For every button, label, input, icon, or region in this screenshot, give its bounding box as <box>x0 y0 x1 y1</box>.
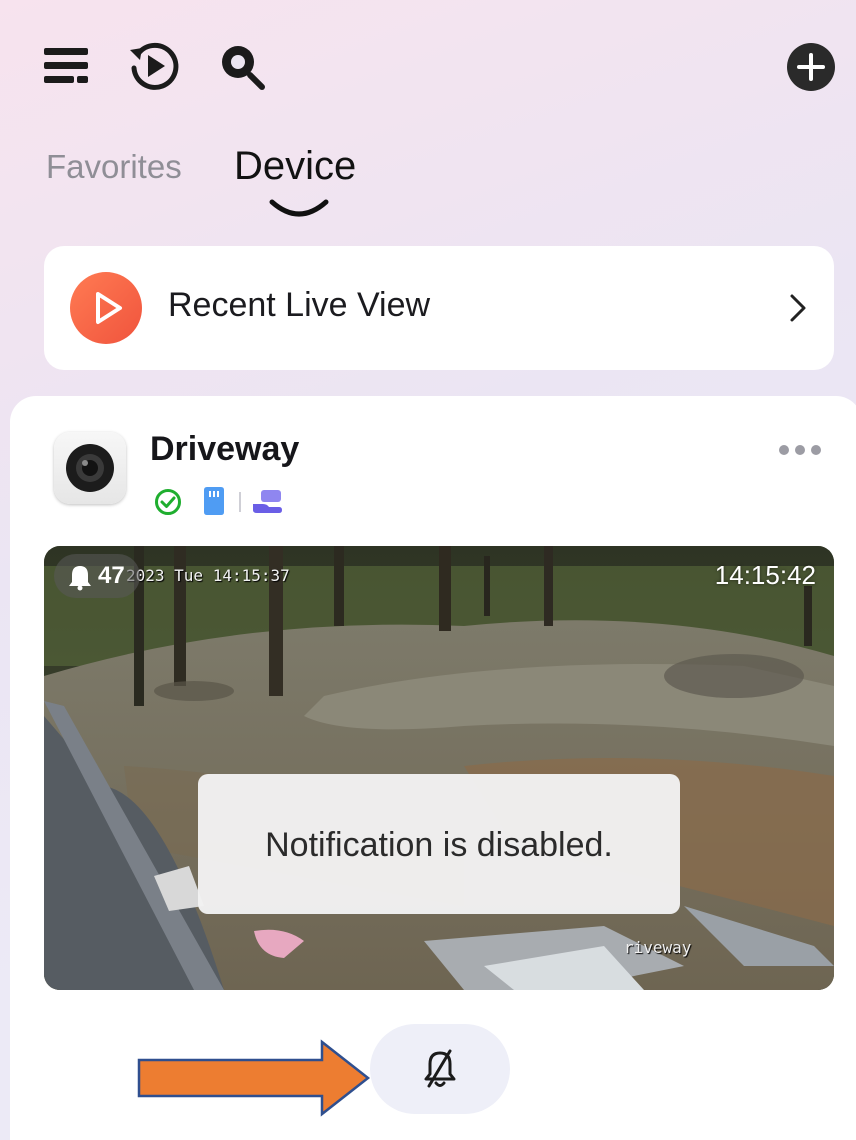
add-icon[interactable] <box>786 42 836 92</box>
live-play-icon <box>70 272 142 344</box>
recent-live-view-label: Recent Live View <box>168 286 431 324</box>
menu-icon[interactable] <box>44 46 88 86</box>
osd-camera-name: riveway <box>624 938 692 957</box>
share-icon <box>253 490 282 513</box>
osd-datetime: 2023 Tue 14:15:37 <box>126 566 290 585</box>
alert-count: 47 <box>98 562 125 589</box>
bell-icon <box>69 566 91 591</box>
notification-toast: Notification is disabled. <box>198 774 680 914</box>
online-check-icon <box>155 489 181 515</box>
tab-bar: Favorites Device <box>46 140 446 230</box>
toast-message: Notification is disabled. <box>265 826 613 864</box>
notification-toggle-button[interactable] <box>370 1024 510 1114</box>
status-divider <box>239 492 241 512</box>
more-options-icon[interactable] <box>778 444 822 456</box>
bell-off-icon <box>424 1049 456 1088</box>
device-status-row <box>154 486 304 518</box>
recent-live-view-card[interactable]: Recent Live View <box>44 246 834 370</box>
annotation-arrow-icon <box>137 1039 371 1117</box>
search-icon[interactable] <box>218 40 268 92</box>
alert-count-badge[interactable]: 47 <box>54 554 140 598</box>
live-time: 14:15:42 <box>714 560 816 590</box>
camera-feed[interactable]: 2023 Tue 14:15:37 47 14:15:42 riveway No… <box>44 546 834 990</box>
device-panel: Driveway 2023 Tue 14:15:37 47 14:15:42 r… <box>10 396 856 1140</box>
camera-scene-image <box>44 546 834 990</box>
playback-icon[interactable] <box>128 40 180 92</box>
active-tab-indicator <box>269 199 329 217</box>
camera-device-icon[interactable] <box>54 432 126 504</box>
tab-favorites[interactable]: Favorites <box>46 148 182 186</box>
app-screen: Favorites Device Recent Live View Drivew… <box>0 0 856 1140</box>
chevron-right-icon <box>790 294 806 322</box>
device-name[interactable]: Driveway <box>150 430 299 469</box>
sd-card-icon <box>204 487 224 515</box>
tab-device[interactable]: Device <box>234 144 356 189</box>
top-toolbar <box>0 0 856 120</box>
